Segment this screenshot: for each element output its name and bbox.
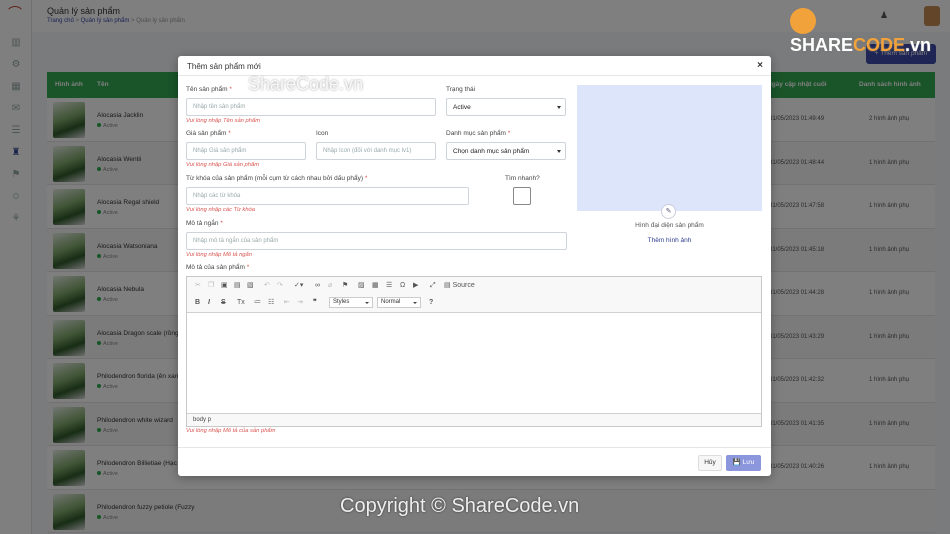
name-error: Vui lòng nhập Tên sản phẩm	[186, 118, 261, 124]
source-button[interactable]: ▤ Source	[444, 281, 475, 291]
status-select[interactable]: Active	[446, 98, 566, 116]
editor-toolbar: ✂ ❐ ▣ ▤ ▧ ↶ ↷ ✓▾ ∞ ⌀ ⚑ ▨ ▦ ☰ Ω ▶ ⤢ ▤ Sou…	[187, 277, 761, 313]
save-button[interactable]: 💾 Lưu	[726, 455, 761, 471]
price-label: Giá sản phẩm *	[186, 130, 231, 137]
chevron-down-icon	[557, 106, 561, 109]
sharecode-logo-icon	[790, 8, 816, 34]
watermark-top: ShareCode.vn	[248, 74, 364, 94]
product-image-preview	[577, 85, 762, 211]
horizontal-line-icon[interactable]: ☰	[386, 281, 392, 291]
anchor-icon[interactable]: ⚑	[342, 281, 348, 291]
paste-icon[interactable]: ▣	[221, 281, 228, 291]
table-icon[interactable]: ▦	[372, 281, 379, 291]
short-desc-input[interactable]: Nhập mô tả ngắn của sản phẩm	[186, 232, 567, 250]
quick-search-checkbox[interactable]	[513, 187, 531, 205]
video-icon[interactable]: ▶	[413, 281, 418, 291]
chevron-down-icon	[413, 302, 417, 304]
chevron-down-icon	[365, 302, 369, 304]
edit-pencil-icon[interactable]: ✎	[661, 204, 676, 219]
icon-label: Icon	[316, 130, 329, 137]
cancel-button[interactable]: Hủy	[698, 455, 722, 471]
keyword-label: Từ khóa của sản phẩm (mỗi cụm từ cách nh…	[186, 175, 368, 182]
copy-icon[interactable]: ❐	[208, 281, 214, 291]
name-label: Tên sản phẩm *	[186, 86, 232, 93]
rich-text-editor: ✂ ❐ ▣ ▤ ▧ ↶ ↷ ✓▾ ∞ ⌀ ⚑ ▨ ▦ ☰ Ω ▶ ⤢ ▤ Sou…	[186, 276, 762, 427]
link-icon[interactable]: ∞	[315, 281, 320, 291]
editor-content[interactable]	[187, 314, 761, 412]
blockquote-icon[interactable]: ❞	[313, 298, 317, 308]
remove-format-icon[interactable]: Tx	[237, 298, 245, 308]
paste-word-icon[interactable]: ▧	[247, 281, 254, 291]
desc-label: Mô tả của sản phẩm *	[186, 264, 250, 271]
modal-footer: Hủy 💾 Lưu	[178, 447, 771, 476]
chevron-down-icon	[557, 150, 561, 153]
close-icon[interactable]: ×	[757, 60, 763, 71]
format-select[interactable]: Normal	[377, 297, 421, 308]
paste-text-icon[interactable]: ▤	[234, 281, 241, 291]
special-char-icon[interactable]: Ω	[400, 281, 405, 291]
desc-error: Vui lòng nhập Mô tả của sản phẩm	[186, 428, 276, 434]
name-input[interactable]: Nhập tên sản phẩm	[186, 98, 436, 116]
cut-icon[interactable]: ✂	[195, 281, 201, 291]
short-desc-label: Mô tả ngắn *	[186, 220, 223, 227]
help-icon[interactable]: ?	[429, 298, 433, 308]
unlink-icon[interactable]: ⌀	[328, 281, 332, 291]
styles-select[interactable]: Styles	[329, 297, 373, 308]
sharecode-logo: SHARECODE.vn	[790, 8, 950, 55]
editor-path: body p	[187, 413, 761, 426]
add-image-link[interactable]: Thêm hình ảnh	[577, 237, 762, 244]
price-input[interactable]: Nhập Giá sản phẩm	[186, 142, 306, 160]
bold-icon[interactable]: B	[195, 298, 200, 308]
icon-input[interactable]: Nhập Icon (đối với danh mục lv1)	[316, 142, 436, 160]
image-caption: Hình đại diện sản phẩm	[635, 222, 704, 229]
spellcheck-icon[interactable]: ✓▾	[294, 281, 303, 291]
bullet-list-icon[interactable]: ☷	[268, 298, 274, 308]
outdent-icon[interactable]: ⇤	[284, 298, 290, 308]
maximize-icon[interactable]: ⤢	[430, 281, 436, 291]
quick-search-label: Tìm nhanh?	[505, 175, 540, 182]
short-desc-error: Vui lòng nhập Mô tả ngắn	[186, 252, 252, 258]
modal-header: Thêm sản phẩm mới ×	[178, 56, 771, 76]
category-select[interactable]: Chọn danh mục sản phẩm	[446, 142, 566, 160]
status-label: Trạng thái	[446, 86, 476, 93]
image-icon[interactable]: ▨	[358, 281, 365, 291]
strike-icon[interactable]: S	[221, 298, 226, 308]
keyword-input[interactable]: Nhập các từ khóa	[186, 187, 469, 205]
numbered-list-icon[interactable]: ≔	[254, 298, 261, 308]
price-error: Vui lòng nhập Giá sản phẩm	[186, 162, 260, 168]
indent-icon[interactable]: ⇥	[297, 298, 303, 308]
redo-icon[interactable]: ↷	[277, 281, 283, 291]
undo-icon[interactable]: ↶	[264, 281, 270, 291]
keyword-error: Vui lòng nhập các Từ khóa	[186, 207, 255, 213]
modal-title: Thêm sản phẩm mới	[187, 62, 261, 71]
italic-icon[interactable]: I	[208, 298, 210, 308]
add-product-modal: Thêm sản phẩm mới × Tên sản phẩm * Nhập …	[178, 56, 771, 476]
category-label: Danh mục sản phẩm *	[446, 130, 511, 137]
watermark-bottom: Copyright © ShareCode.vn	[340, 495, 580, 517]
